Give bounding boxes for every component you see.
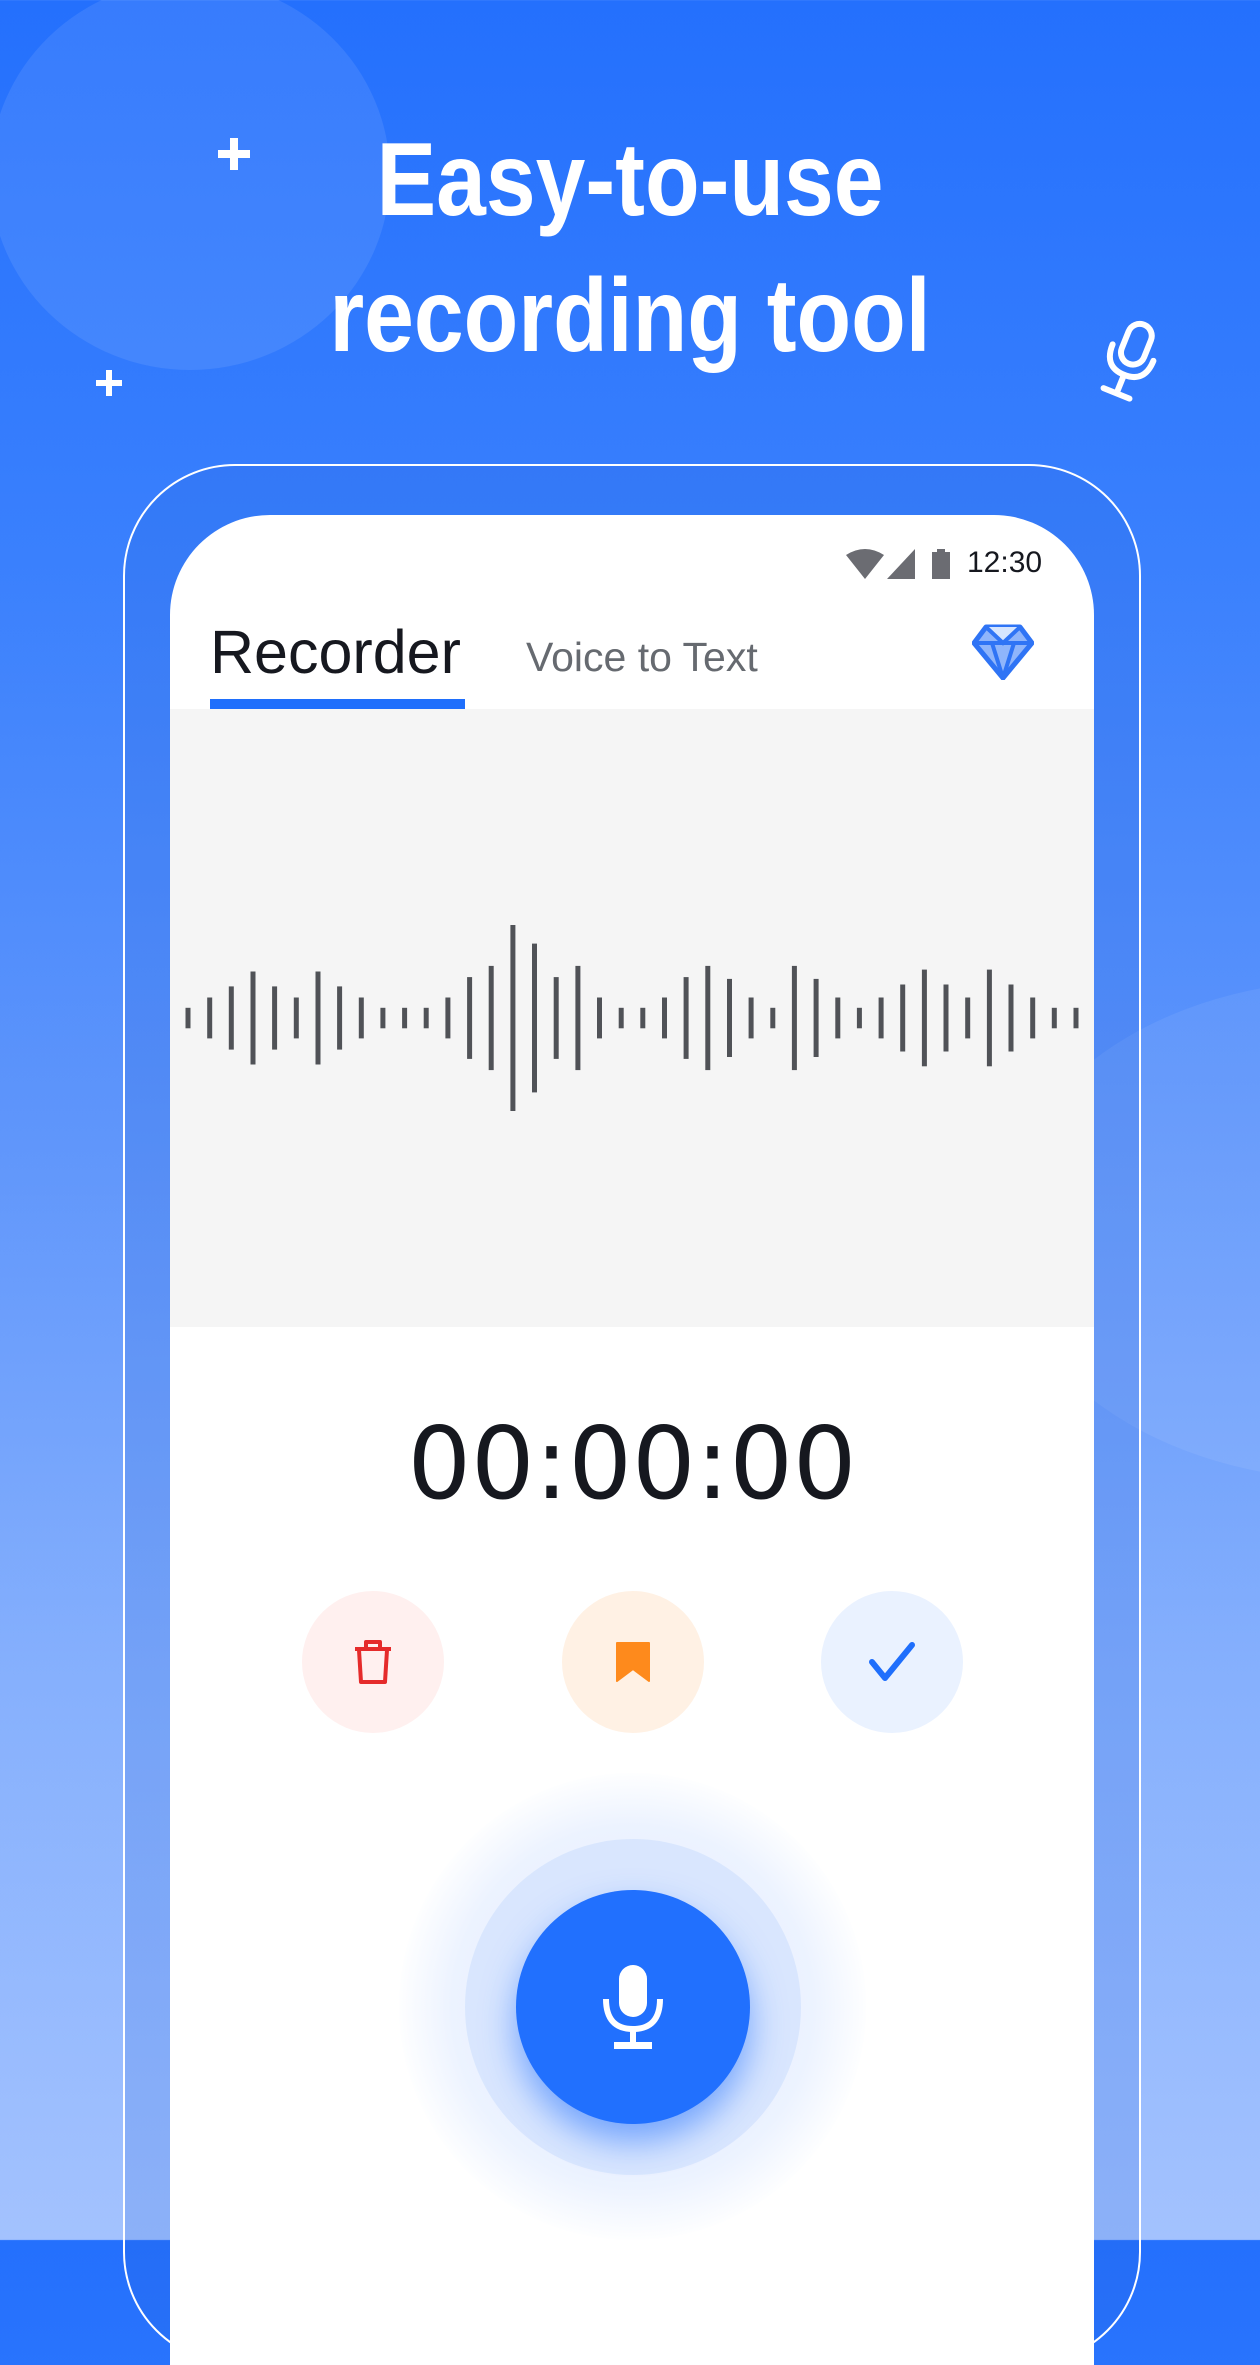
waveform-panel: [170, 709, 1094, 1327]
waveform-bar: [662, 997, 667, 1039]
waveform-bar: [228, 986, 234, 1050]
battery-icon: [932, 549, 950, 579]
waveform-bar: [1008, 984, 1014, 1052]
waveform-bar: [423, 1007, 429, 1029]
bookmark-icon: [616, 1642, 650, 1682]
headline-line-1: Easy-to-use: [376, 122, 884, 238]
trash-icon: [355, 1640, 391, 1684]
cellular-signal-icon: [887, 549, 915, 579]
promo-headline: Easy-to-use recording tool: [0, 112, 1260, 384]
delete-button[interactable]: [302, 1591, 444, 1733]
waveform-bar: [315, 971, 321, 1065]
waveform-bar: [402, 1007, 408, 1029]
waveform-bar: [207, 997, 213, 1039]
waveform-bar: [510, 925, 516, 1111]
waveform: [185, 925, 1079, 1111]
check-icon: [869, 1642, 915, 1681]
tab-voice-to-text[interactable]: Voice to Text: [526, 627, 758, 687]
status-time: 12:30: [967, 546, 1043, 579]
waveform-bar: [488, 965, 494, 1071]
waveform-bar: [770, 1007, 776, 1029]
waveform-bar: [878, 997, 884, 1039]
waveform-bar: [575, 965, 581, 1071]
waveform-bar: [835, 997, 841, 1039]
tab-recorder[interactable]: Recorder: [210, 607, 468, 709]
waveform-bar: [683, 977, 689, 1059]
waveform-bar: [856, 1007, 862, 1029]
diamond-icon[interactable]: [972, 624, 1034, 680]
headline-line-2: recording tool: [329, 258, 931, 374]
waveform-bar: [1051, 1007, 1057, 1029]
waveform-bar: [532, 943, 537, 1093]
waveform-bar: [986, 969, 992, 1067]
waveform-bar: [358, 997, 364, 1039]
waveform-bar: [185, 1007, 191, 1029]
active-tab-indicator: [210, 699, 465, 709]
waveform-bar: [467, 977, 473, 1059]
waveform-bar: [791, 965, 797, 1071]
tab-recorder-label: Recorder: [210, 618, 461, 686]
waveform-bar: [618, 1007, 624, 1029]
waveform-bar: [250, 971, 256, 1065]
waveform-bar: [943, 984, 949, 1052]
tab-bar: Recorder Voice to Text: [170, 607, 1094, 709]
app-screen: 12:30 Recorder Voice to Text 00:00:00: [170, 515, 1094, 2365]
done-button[interactable]: [821, 1591, 963, 1733]
elapsed-timer: 00:00:00: [407, 1405, 857, 1522]
record-button[interactable]: [516, 1890, 750, 2124]
waveform-bar: [748, 997, 754, 1039]
tab-voice-to-text-label: Voice to Text: [526, 634, 758, 680]
waveform-bar: [965, 997, 971, 1039]
status-bar: 12:30: [170, 543, 1094, 583]
waveform-bar: [445, 997, 451, 1039]
waveform-bar: [553, 977, 559, 1059]
waveform-bar: [900, 984, 906, 1052]
waveform-bar: [272, 986, 278, 1050]
waveform-bar: [727, 978, 732, 1057]
bookmark-button[interactable]: [562, 1591, 704, 1733]
waveform-bar: [705, 965, 711, 1071]
waveform-bar: [597, 997, 602, 1039]
wifi-icon: [846, 549, 884, 579]
microphone-icon: [603, 1965, 663, 2049]
waveform-bar: [337, 986, 343, 1050]
waveform-bar: [380, 1007, 386, 1029]
waveform-bar: [1030, 997, 1036, 1039]
waveform-bar: [1073, 1007, 1079, 1029]
waveform-bar: [293, 997, 299, 1039]
waveform-bar: [921, 969, 927, 1067]
waveform-bar: [813, 978, 819, 1057]
waveform-bar: [640, 1007, 646, 1029]
